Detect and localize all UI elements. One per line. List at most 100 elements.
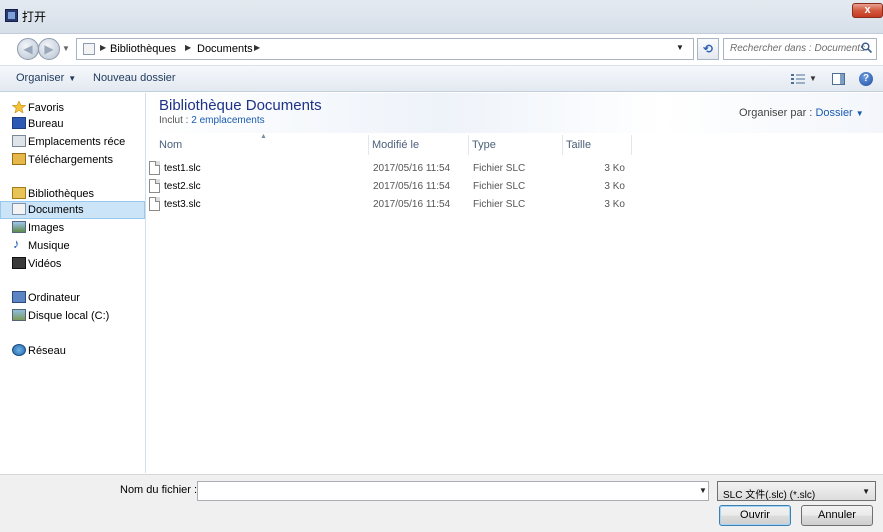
back-button[interactable]: ◀ [17, 38, 39, 60]
view-options-icon[interactable] [791, 73, 805, 85]
recent-places-icon [12, 135, 26, 147]
chevron-down-icon: ▼ [862, 487, 870, 496]
hard-drive-icon [12, 309, 26, 321]
network-icon [12, 344, 26, 356]
sidebar-item-music[interactable]: ♪ Musique [0, 237, 145, 255]
videos-icon [12, 257, 26, 269]
sidebar-item-label: Réseau [28, 345, 66, 357]
close-button[interactable]: x [852, 3, 883, 18]
breadcrumb-documents[interactable]: Documents [197, 43, 253, 55]
computer-icon [12, 291, 26, 303]
cancel-button[interactable]: Annuler [801, 505, 873, 526]
file-name: test3.slc [164, 199, 201, 210]
sidebar-item-local-disk[interactable]: Disque local (C:) [0, 307, 145, 325]
address-history-chevron-down-icon[interactable]: ▼ [676, 43, 684, 52]
search-icon[interactable] [861, 42, 872, 53]
organize-button[interactable]: Organiser ▼ [16, 72, 76, 84]
file-size: 3 Ko [604, 163, 625, 174]
file-name: test2.slc [164, 181, 201, 192]
star-icon [12, 101, 26, 113]
locations-link[interactable]: 2 emplacements [191, 115, 264, 126]
view-options-chevron-down-icon[interactable]: ▼ [809, 74, 817, 83]
sidebar-item-label: Emplacements réce [28, 136, 126, 148]
sidebar-item-label: Musique [28, 240, 70, 252]
column-header-type[interactable]: Type [470, 135, 563, 155]
file-type-value: SLC 文件(.slc) (*.slc) [723, 490, 816, 501]
file-type: Fichier SLC [473, 181, 526, 192]
column-label: Taille [566, 139, 592, 151]
music-note-icon: ♪ [13, 236, 20, 251]
file-icon [149, 161, 160, 175]
sidebar-item-network[interactable]: Réseau [0, 342, 145, 360]
organize-label: Organiser [16, 72, 65, 84]
chevron-right-icon[interactable]: ▶ [185, 43, 191, 52]
chevron-right-icon[interactable]: ▶ [254, 43, 260, 52]
column-label: Modifié le [372, 139, 420, 151]
file-name-input[interactable] [197, 481, 709, 501]
column-label: Type [472, 139, 496, 151]
title-bar: 打开 x [0, 0, 883, 34]
file-name: test1.slc [164, 163, 201, 174]
library-header: Bibliothèque Documents Inclut : 2 emplac… [147, 93, 883, 133]
navigation-pane: Favoris Bureau Emplacements réce Télécha… [0, 93, 146, 473]
file-type: Fichier SLC [473, 199, 526, 210]
sidebar-item-desktop[interactable]: Bureau [0, 115, 145, 133]
sidebar-item-label: Documents [28, 204, 84, 216]
file-icon [149, 197, 160, 211]
file-icon [149, 179, 160, 193]
chevron-right-icon[interactable]: ▶ [100, 43, 106, 52]
command-bar: Organiser ▼ Nouveau dossier ▼ ? [0, 65, 883, 92]
sidebar-item-documents[interactable]: Documents [0, 201, 145, 219]
sidebar-item-label: Images [28, 222, 65, 234]
refresh-button[interactable]: ⟲ [697, 38, 719, 60]
help-icon[interactable]: ? [859, 72, 873, 86]
app-icon [5, 9, 18, 22]
arrange-by-label: Organiser par : [739, 107, 813, 119]
recent-locations-chevron-down-icon[interactable]: ▼ [62, 42, 72, 56]
includes-prefix: Inclut : [159, 115, 192, 126]
file-name-label: Nom du fichier : [120, 484, 198, 496]
column-header-size[interactable]: Taille [564, 135, 632, 155]
window-title: 打开 [22, 10, 47, 24]
address-bar[interactable]: ▶ Bibliothèques ▶ Documents ▶ ▼ [76, 38, 694, 60]
file-name-panel: Nom du fichier : ▼ SLC 文件(.slc) (*.slc) … [0, 474, 883, 532]
search-input[interactable]: Rechercher dans : Documents [723, 38, 877, 60]
images-icon [12, 221, 26, 233]
libraries-icon [12, 187, 26, 199]
new-folder-button[interactable]: Nouveau dossier [93, 72, 176, 84]
breadcrumb-libraries[interactable]: Bibliothèques [110, 43, 176, 55]
arrange-by-dropdown[interactable]: Dossier ▼ [815, 107, 863, 119]
arrange-by-value: Dossier [815, 107, 853, 119]
sidebar-item-downloads[interactable]: Téléchargements [0, 151, 145, 169]
downloads-folder-icon [12, 153, 26, 165]
column-header-modified[interactable]: Modifié le [370, 135, 469, 155]
file-row[interactable]: test1.slc 2017/05/16 11:54 Fichier SLC 3… [147, 160, 647, 178]
desktop-icon [12, 117, 26, 129]
file-name-history-chevron-down-icon[interactable]: ▼ [699, 486, 707, 495]
sidebar-item-images[interactable]: Images [0, 219, 145, 237]
sort-ascending-icon: ▲ [260, 133, 267, 140]
file-row[interactable]: test2.slc 2017/05/16 11:54 Fichier SLC 3… [147, 178, 647, 196]
preview-pane-icon[interactable] [832, 73, 845, 85]
open-button[interactable]: Ouvrir [719, 505, 791, 526]
library-folder-icon [83, 43, 95, 55]
forward-button[interactable]: ▶ [38, 38, 60, 60]
sidebar-item-label: Disque local (C:) [28, 310, 110, 322]
sidebar-item-label: Vidéos [28, 258, 62, 270]
sidebar-item-label: Bibliothèques [28, 188, 95, 200]
search-placeholder: Rechercher dans : Documents [730, 43, 866, 54]
file-size: 3 Ko [604, 181, 625, 192]
sidebar-item-recent-places[interactable]: Emplacements réce [0, 133, 145, 151]
documents-icon [12, 203, 26, 215]
chevron-down-icon: ▼ [855, 109, 864, 118]
file-modified: 2017/05/16 11:54 [373, 199, 451, 210]
file-size: 3 Ko [604, 199, 625, 210]
sidebar-item-computer[interactable]: Ordinateur [0, 289, 145, 307]
sidebar-item-videos[interactable]: Vidéos [0, 255, 145, 273]
file-type-select[interactable]: SLC 文件(.slc) (*.slc) ▼ [717, 481, 876, 501]
file-row[interactable]: test3.slc 2017/05/16 11:54 Fichier SLC 3… [147, 196, 647, 214]
file-modified: 2017/05/16 11:54 [373, 163, 451, 174]
file-list-pane: Bibliothèque Documents Inclut : 2 emplac… [147, 93, 883, 473]
sidebar-item-label: Favoris [28, 102, 65, 114]
file-type: Fichier SLC [473, 163, 526, 174]
